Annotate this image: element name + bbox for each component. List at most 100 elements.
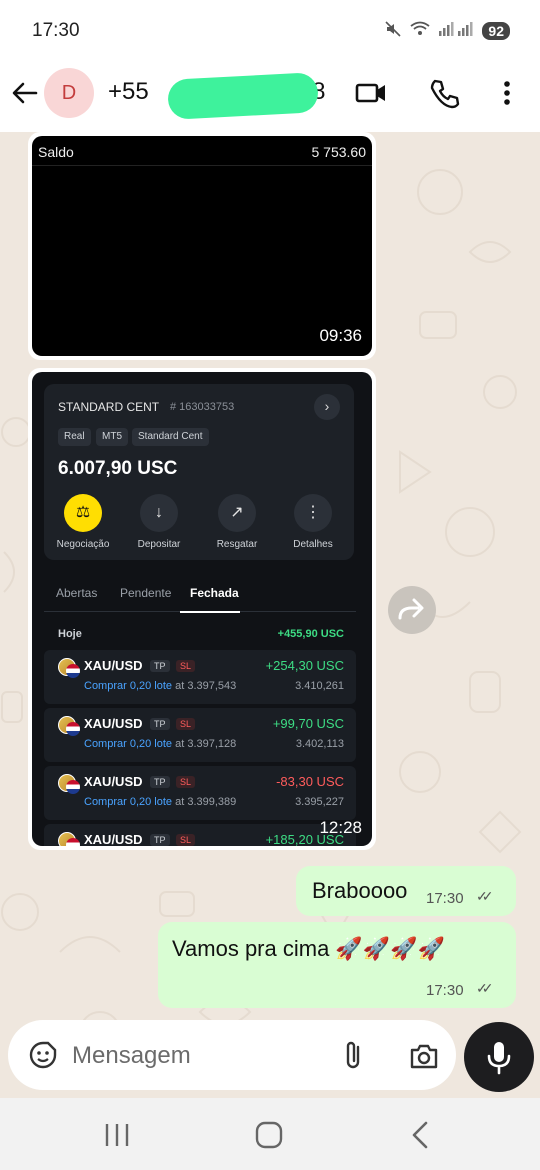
attach-icon[interactable] (338, 1038, 370, 1072)
phone-call-icon[interactable] (428, 76, 462, 110)
action-negociacao: ⚖ Negociação (48, 494, 118, 550)
withdraw-icon: ↗ (218, 494, 256, 532)
home-icon[interactable] (254, 1120, 284, 1150)
open-price: at 3.399,389 (175, 796, 237, 808)
account-tag: Real (58, 428, 91, 446)
wifi-icon (410, 21, 430, 40)
status-icons: 92 (384, 20, 510, 41)
tab-pendente: Pendente (120, 586, 172, 600)
trade-action: Comprar 0,20 lote (84, 738, 173, 750)
trade-row: XAU/USD TP SL +185,20 USC (44, 824, 356, 846)
account-title: STANDARD CENT (58, 400, 160, 414)
contact-name-prefix: +55 (108, 78, 149, 105)
action-resgatar: ↗ Resgatar (202, 494, 272, 550)
status-time: 17:30 (32, 20, 80, 41)
saldo-value: 5 753.60 (311, 144, 367, 160)
trade-tabs: Abertas Pendente Fechada (44, 578, 356, 613)
status-bar: 17:30 92 (0, 0, 540, 62)
sticker-icon[interactable] (28, 1040, 58, 1070)
tp-badge: TP (150, 718, 170, 730)
message-time: 12:28 (319, 818, 362, 837)
trade-description: Comprar 0,20 lote at 3.397,543 (84, 680, 236, 692)
trade-action: Comprar 0,20 lote (84, 680, 173, 692)
forward-icon (398, 598, 424, 620)
read-receipt-icon: ✓✓ (476, 980, 494, 996)
image-content: Saldo 5 753.60 09:36 (32, 136, 372, 356)
message-time: 17:30 (426, 890, 464, 907)
open-price: at 3.397,543 (175, 680, 237, 692)
tab-abertas: Abertas (56, 586, 98, 600)
camera-icon[interactable] (408, 1040, 440, 1072)
deposit-icon: ↓ (140, 494, 178, 532)
sl-badge: SL (176, 776, 196, 788)
usa-flag-icon (66, 780, 80, 794)
trade-pnl: -83,30 USC (276, 774, 344, 789)
forward-button[interactable] (388, 586, 436, 634)
saldo-label: Saldo (38, 144, 74, 160)
tp-badge: TP (150, 660, 170, 672)
account-tag: Standard Cent (132, 428, 209, 446)
action-label: Negociação (56, 539, 110, 550)
sl-badge: SL (176, 718, 196, 730)
message-input[interactable] (72, 1040, 312, 1072)
battery-indicator: 92 (482, 21, 510, 40)
system-nav-bar (0, 1098, 540, 1170)
sl-badge: SL (176, 660, 196, 672)
day-label: Hoje (58, 628, 82, 640)
message-time: 09:36 (319, 326, 362, 345)
close-price: 3.395,227 (295, 796, 344, 808)
trade-action: Comprar 0,20 lote (84, 796, 173, 808)
trade-symbol: XAU/USD (84, 832, 143, 846)
trade-row: XAU/USD TP SL +254,30 USC Comprar 0,20 l… (44, 650, 356, 704)
outgoing-message[interactable]: Braboooo 17:30 ✓✓ (296, 866, 516, 916)
account-card: STANDARD CENT # 163033753 › Real MT5 Sta… (44, 384, 354, 560)
trade-symbol: XAU/USD (84, 658, 143, 673)
redaction-mark (167, 72, 319, 120)
message-text: Braboooo (312, 878, 408, 903)
trade-row: XAU/USD TP SL -83,30 USC Comprar 0,20 lo… (44, 766, 356, 820)
trade-description: Comprar 0,20 lote at 3.397,128 (84, 738, 236, 750)
chevron-right-icon: › (314, 394, 340, 420)
trade-symbol: XAU/USD (84, 716, 143, 731)
open-price: at 3.397,128 (175, 738, 237, 750)
mic-icon (487, 1042, 511, 1075)
more-options-icon[interactable] (490, 76, 524, 110)
account-balance: 6.007,90 USC (58, 458, 178, 479)
day-total: +455,90 USC (277, 628, 344, 640)
usa-flag-icon (66, 722, 80, 736)
trade-description: Comprar 0,20 lote at 3.399,389 (84, 796, 236, 808)
tp-badge: TP (150, 776, 170, 788)
trade-pnl: +254,30 USC (265, 658, 344, 673)
account-tag: MT5 (96, 428, 128, 446)
message-time: 17:30 (426, 982, 464, 999)
chat-area[interactable]: Saldo 5 753.60 09:36 STANDARD CENT # 163… (0, 132, 540, 1098)
outgoing-message[interactable]: Vamos pra cima 🚀🚀🚀🚀 17:30 ✓✓ (158, 922, 516, 1008)
image-message[interactable]: Saldo 5 753.60 09:36 (28, 132, 376, 360)
back-arrow-icon[interactable] (10, 78, 40, 108)
trade-symbol: XAU/USD (84, 774, 143, 789)
action-detalhes: ⋮ Detalhes (278, 494, 348, 550)
action-label: Depositar (137, 539, 181, 550)
tp-badge: TP (150, 834, 170, 846)
close-price: 3.402,113 (295, 738, 344, 750)
image-content: STANDARD CENT # 163033753 › Real MT5 Sta… (32, 372, 372, 846)
back-nav-icon[interactable] (406, 1120, 436, 1150)
signal-icon (438, 21, 474, 40)
mute-icon (384, 20, 402, 41)
video-call-icon[interactable] (354, 76, 388, 110)
message-composer (8, 1020, 456, 1090)
tab-fechada: Fechada (190, 586, 239, 600)
trade-pnl: +99,70 USC (272, 716, 344, 731)
voice-record-button[interactable] (464, 1022, 534, 1092)
image-message[interactable]: STANDARD CENT # 163033753 › Real MT5 Sta… (28, 368, 376, 850)
close-price: 3.410,261 (295, 680, 344, 692)
avatar[interactable]: D (44, 68, 94, 118)
recents-icon[interactable] (102, 1120, 132, 1150)
details-icon: ⋮ (294, 494, 332, 532)
action-label: Detalhes (293, 539, 333, 550)
action-label: Resgatar (216, 539, 258, 550)
action-depositar: ↓ Depositar (124, 494, 194, 550)
saldo-row: Saldo 5 753.60 (32, 136, 372, 166)
usa-flag-icon (66, 664, 80, 678)
tab-underline (180, 611, 240, 613)
